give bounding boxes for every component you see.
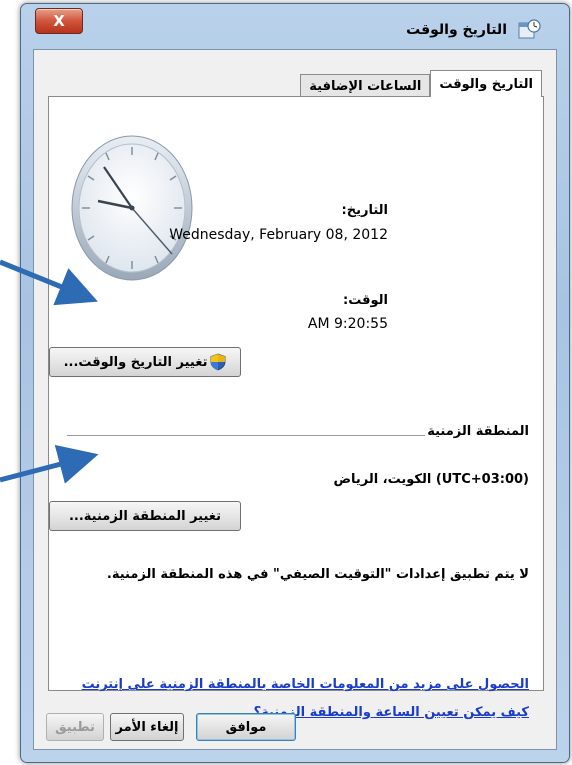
dialog-body: التاريخ والوقت الساعات الإضافية التاريخ:… (33, 49, 557, 750)
clock-icon (71, 135, 193, 281)
apply-button: تطبيق (46, 713, 104, 741)
close-icon: X (53, 12, 65, 30)
window-title: التاريخ والوقت (406, 22, 507, 38)
change-date-time-button[interactable]: تغيير التاريخ والوقت... (49, 347, 241, 377)
timezone-separator (67, 435, 425, 436)
cancel-button[interactable]: إلغاء الأمر (110, 713, 184, 741)
time-label: الوقت: (343, 293, 388, 308)
date-time-app-icon (518, 19, 541, 39)
tab-additional-clocks[interactable]: الساعات الإضافية (300, 74, 431, 97)
dst-note: لا يتم تطبيق إعدادات "التوقيت الصيفي" في… (106, 567, 529, 582)
timezone-section-label: المنطقة الزمنية (427, 424, 529, 439)
tab-date-time[interactable]: التاريخ والوقت (430, 70, 542, 97)
date-label: التاريخ: (341, 203, 388, 218)
time-value: AM 9:20:55 (307, 316, 388, 332)
uac-shield-icon (211, 353, 226, 371)
date-time-dialog: X التاريخ والوقت التاريخ والوقت الساعات … (20, 3, 570, 763)
ok-button[interactable]: موافق (196, 713, 296, 741)
close-button[interactable]: X (35, 8, 83, 34)
change-date-time-label: تغيير التاريخ والوقت... (63, 354, 208, 370)
cancel-label: إلغاء الأمر (115, 719, 179, 735)
change-timezone-label: تغيير المنطقة الزمنية... (68, 508, 222, 524)
ok-label: موافق (225, 719, 267, 735)
timezone-info-link[interactable]: الحصول على مزيد من المعلومات الخاصة بالم… (82, 677, 529, 692)
timezone-value: (UTC+03:00) الكويت، الرياض (333, 472, 529, 487)
title-bar[interactable]: X التاريخ والوقت (21, 4, 569, 44)
date-value: Wednesday, February 08, 2012 (169, 227, 388, 243)
apply-label: تطبيق (55, 719, 95, 735)
tab-content: التاريخ: Wednesday, February 08, 2012 ال… (48, 96, 544, 720)
change-timezone-button[interactable]: تغيير المنطقة الزمنية... (49, 501, 241, 531)
tab-strip: التاريخ والوقت الساعات الإضافية (300, 70, 542, 97)
